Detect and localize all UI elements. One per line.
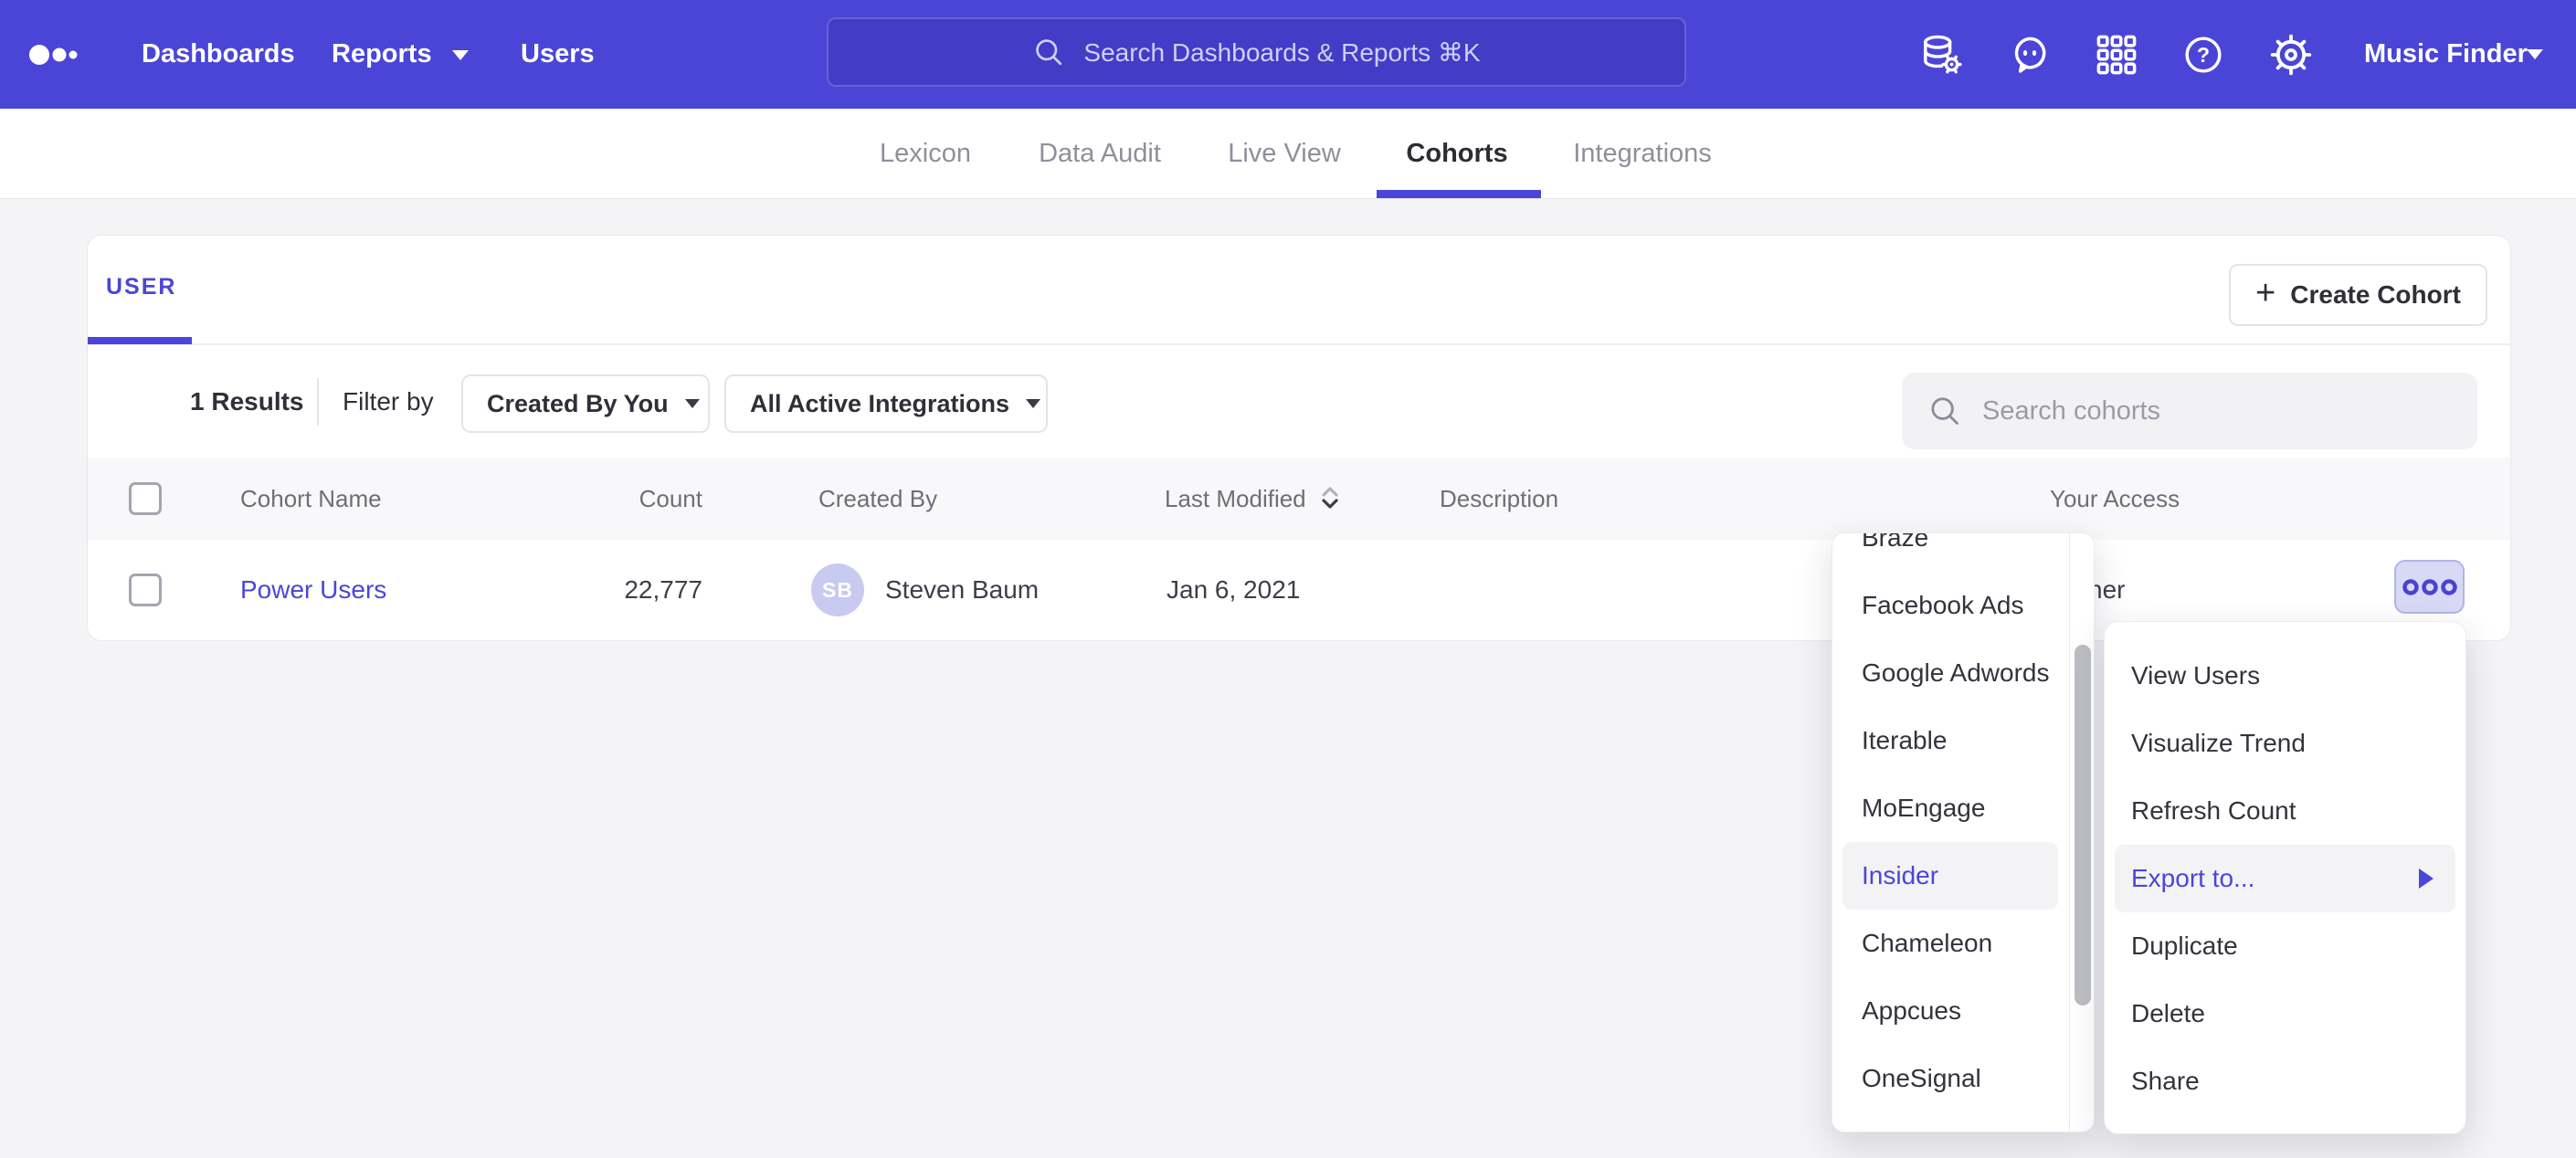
export-option-appcues[interactable]: Appcues	[1832, 977, 2069, 1045]
tab-integrations[interactable]: Integrations	[1573, 109, 1712, 198]
search-icon	[1927, 394, 1962, 428]
sort-icon[interactable]	[1317, 482, 1343, 513]
tab-data-audit[interactable]: Data Audit	[1039, 109, 1161, 198]
cohort-type-tabstrip: USER + Create Cohort	[88, 236, 2510, 345]
export-option-insider[interactable]: Insider	[1842, 842, 2058, 910]
more-options-icon	[2402, 577, 2457, 597]
global-search-placeholder: Search Dashboards & Reports ⌘K	[1083, 37, 1480, 68]
avatar: SB	[811, 563, 864, 616]
active-tab-underline	[1377, 190, 1541, 198]
nav-item-reports[interactable]: Reports	[332, 0, 469, 109]
column-count[interactable]: Count	[471, 458, 702, 540]
mixpanel-logo-icon[interactable]	[28, 33, 85, 77]
data-management-icon[interactable]	[1921, 34, 1963, 76]
menu-item-refresh-count[interactable]: Refresh Count	[2105, 777, 2465, 845]
export-option-iterable[interactable]: Iterable	[1832, 707, 2069, 774]
divider	[2069, 533, 2070, 1132]
menu-item-label: Export to...	[2131, 864, 2254, 892]
svg-text:?: ?	[2197, 43, 2210, 67]
project-selector[interactable]: Music Finder	[2364, 0, 2528, 109]
filter-label: Created By You	[487, 390, 669, 418]
export-option-moengage[interactable]: MoEngage	[1832, 774, 2069, 842]
export-menu-scroll-area: Braze Facebook Ads Google Adwords Iterab…	[1832, 533, 2069, 1132]
column-description[interactable]: Description	[1440, 458, 1558, 540]
chevron-down-icon[interactable]	[2527, 49, 2543, 59]
menu-item-visualize-trend[interactable]: Visualize Trend	[2105, 710, 2465, 777]
row-checkbox[interactable]	[129, 574, 162, 606]
create-cohort-label: Create Cohort	[2290, 280, 2461, 310]
last-modified-date: Jan 6, 2021	[1167, 540, 1300, 640]
created-by-name: Steven Baum	[885, 540, 1039, 640]
table-header: Cohort Name Count Created By Last Modifi…	[88, 458, 2510, 540]
cohorts-panel: USER + Create Cohort 1 Results Filter by…	[87, 235, 2511, 641]
scrollbar-thumb[interactable]	[2075, 645, 2091, 1005]
tab-user[interactable]: USER	[106, 236, 176, 338]
cohort-actions-menu: View Users Visualize Trend Refresh Count…	[2104, 621, 2466, 1134]
export-option-braze[interactable]: Braze	[1832, 533, 2069, 572]
filter-created-by[interactable]: Created By You	[461, 374, 710, 433]
cohort-search-placeholder: Search cohorts	[1982, 396, 2160, 426]
feedback-icon[interactable]	[2009, 34, 2051, 76]
filter-label: All Active Integrations	[750, 390, 1009, 418]
user-tab-underline	[88, 337, 192, 344]
tab-cohorts[interactable]: Cohorts	[1406, 109, 1507, 198]
select-all-checkbox[interactable]	[129, 482, 162, 515]
nav-item-label: Reports	[332, 39, 432, 68]
filter-integrations[interactable]: All Active Integrations	[724, 374, 1048, 433]
export-option-google-adwords[interactable]: Google Adwords	[1832, 639, 2069, 707]
menu-item-duplicate[interactable]: Duplicate	[2105, 912, 2465, 980]
divider	[317, 378, 319, 426]
tab-lexicon[interactable]: Lexicon	[880, 109, 971, 198]
chevron-down-icon	[685, 399, 700, 408]
submenu-arrow-icon	[2419, 868, 2433, 889]
menu-item-view-users[interactable]: View Users	[2105, 642, 2465, 710]
export-option-facebook-ads[interactable]: Facebook Ads	[1832, 572, 2069, 639]
global-search-input[interactable]: Search Dashboards & Reports ⌘K	[827, 17, 1686, 87]
column-label: Last Modified	[1165, 485, 1306, 512]
tab-live-view[interactable]: Live View	[1228, 109, 1341, 198]
filter-by-label: Filter by	[343, 387, 434, 416]
results-count: 1 Results	[190, 387, 304, 416]
apps-grid-icon[interactable]	[2096, 34, 2138, 76]
chevron-down-icon	[1026, 399, 1040, 408]
export-option-chameleon[interactable]: Chameleon	[1832, 910, 2069, 977]
column-cohort-name[interactable]: Cohort Name	[240, 458, 382, 540]
cohort-count: 22,777	[471, 540, 702, 640]
plus-icon: +	[2255, 276, 2275, 311]
menu-item-export-to[interactable]: Export to...	[2115, 845, 2455, 912]
search-icon	[1032, 36, 1065, 68]
chevron-down-icon	[452, 50, 469, 60]
export-option-onesignal[interactable]: OneSignal	[1832, 1045, 2069, 1112]
export-destination-menu: Braze Facebook Ads Google Adwords Iterab…	[1832, 532, 2095, 1132]
filter-bar: 1 Results Filter by Created By You All A…	[88, 345, 2510, 458]
column-last-modified[interactable]: Last Modified	[1165, 458, 1343, 540]
menu-item-share[interactable]: Share	[2105, 1047, 2465, 1115]
nav-item-users[interactable]: Users	[521, 0, 595, 109]
settings-gear-icon[interactable]	[2270, 34, 2312, 76]
top-nav: Dashboards Reports Users Search Dashboar…	[0, 0, 2576, 109]
nav-item-dashboards[interactable]: Dashboards	[142, 0, 295, 109]
cohort-name-link[interactable]: Power Users	[240, 540, 386, 640]
column-your-access[interactable]: Your Access	[2050, 458, 2180, 540]
cohort-search-input[interactable]: Search cohorts	[1902, 373, 2477, 449]
menu-item-delete[interactable]: Delete	[2105, 980, 2465, 1047]
column-created-by[interactable]: Created By	[818, 458, 937, 540]
secondary-nav: Lexicon Data Audit Live View Cohorts Int…	[0, 109, 2576, 199]
app: Dashboards Reports Users Search Dashboar…	[0, 0, 2576, 1158]
create-cohort-button[interactable]: + Create Cohort	[2229, 264, 2487, 326]
row-actions-button[interactable]	[2394, 560, 2465, 614]
help-icon[interactable]: ?	[2182, 34, 2224, 76]
